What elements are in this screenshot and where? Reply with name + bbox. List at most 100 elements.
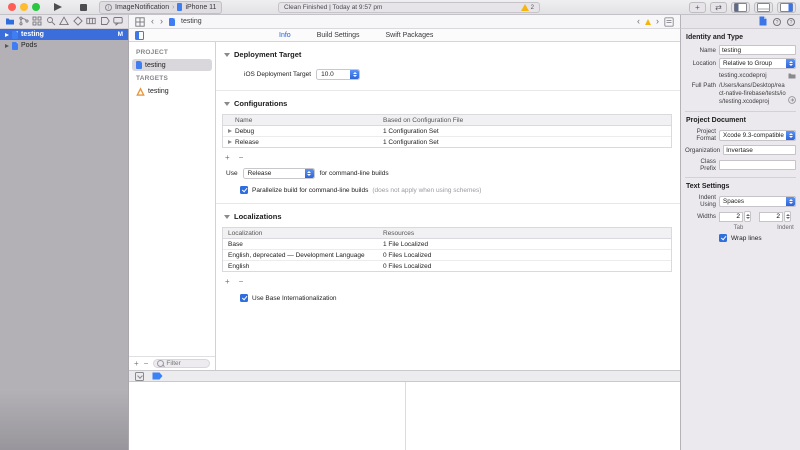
close-window-button[interactable]	[8, 3, 16, 11]
device-phone-icon	[177, 3, 182, 11]
tab-build-settings[interactable]: Build Settings	[317, 32, 360, 39]
disclosure-triangle-icon[interactable]	[228, 129, 232, 133]
code-review-button[interactable]: ⇄	[710, 2, 727, 13]
indent-using-popup[interactable]: Spaces	[719, 196, 796, 207]
add-configuration-button[interactable]: +	[225, 153, 230, 162]
parallelize-checkbox[interactable]	[240, 186, 248, 194]
editor-options-icon[interactable]	[664, 17, 674, 27]
widths-label: Widths	[685, 213, 719, 220]
warning-icon	[521, 4, 529, 11]
minimize-window-button[interactable]	[20, 3, 28, 11]
filter-input[interactable]	[166, 360, 206, 367]
indent-width-field[interactable]	[759, 212, 783, 222]
popup-value: Xcode 9.3-compatible	[723, 132, 784, 139]
library-button[interactable]: +	[689, 2, 706, 13]
source-control-navigator-tab[interactable]	[19, 13, 29, 31]
next-issue-button[interactable]: ›	[656, 17, 659, 26]
class-prefix-field[interactable]	[719, 160, 796, 170]
stop-button[interactable]	[80, 4, 87, 11]
stepper-control[interactable]	[784, 211, 791, 222]
quick-help-inspector-tab[interactable]: ?	[787, 18, 795, 26]
location-popup[interactable]: Relative to Group	[719, 58, 796, 69]
debug-area-toggle-icon[interactable]	[135, 372, 144, 381]
breakpoint-navigator-tab[interactable]	[100, 13, 110, 31]
add-button[interactable]: +	[134, 359, 139, 368]
tab-width-field[interactable]	[719, 212, 743, 222]
inspector-panel-icon	[780, 3, 793, 12]
jumpbar-file-name[interactable]: testing	[181, 18, 202, 25]
disclosure-triangle-icon[interactable]	[5, 33, 9, 37]
reveal-arrow-icon[interactable]	[788, 96, 796, 104]
navigator-item-testing[interactable]: testing M	[0, 29, 128, 40]
sidebar-filter-bar: + −	[129, 356, 215, 370]
diamond-icon	[73, 16, 83, 26]
related-items-icon[interactable]	[135, 17, 145, 27]
command-line-config-popup[interactable]: Release	[243, 168, 315, 179]
run-button[interactable]	[54, 3, 62, 11]
project-item-testing[interactable]: testing	[132, 59, 212, 71]
table-row[interactable]: Release 1 Configuration Set	[223, 137, 671, 147]
organization-field[interactable]	[723, 145, 796, 155]
filter-field[interactable]	[153, 359, 210, 368]
debug-navigator-tab[interactable]	[86, 13, 96, 31]
ios-deployment-target-popup[interactable]: 10.0	[316, 69, 360, 80]
debug-bar	[129, 370, 680, 382]
project-info-content: Deployment Target iOS Deployment Target …	[216, 42, 680, 370]
folder-icon	[5, 16, 15, 26]
test-navigator-tab[interactable]	[73, 13, 83, 31]
project-navigator-tab[interactable]	[5, 13, 15, 31]
toggle-inspector-button[interactable]	[777, 2, 796, 13]
tab-swift-packages[interactable]: Swift Packages	[386, 32, 434, 39]
previous-issue-button[interactable]: ‹	[637, 17, 640, 26]
popup-value: Spaces	[723, 198, 744, 205]
file-inspector-tab[interactable]	[759, 13, 767, 31]
table-header-row: Name Based on Configuration File	[223, 115, 671, 126]
section-disclosure-icon[interactable]	[224, 53, 230, 57]
disclosure-triangle-icon[interactable]	[228, 140, 232, 144]
symbol-navigator-tab[interactable]	[32, 13, 42, 31]
find-navigator-tab[interactable]	[46, 13, 56, 31]
remove-localization-button[interactable]: −	[239, 277, 244, 286]
config-file: 1 Configuration Set	[383, 128, 671, 135]
table-row[interactable]: English, deprecated — Development Langua…	[223, 250, 671, 261]
name-field[interactable]	[719, 45, 796, 55]
disclosure-triangle-icon[interactable]	[5, 44, 9, 48]
localizations-section: Localizations Localization Resources Bas…	[216, 203, 680, 302]
back-button[interactable]: ‹	[151, 17, 154, 26]
remove-button[interactable]: −	[144, 359, 149, 368]
navigator-panel-icon	[734, 3, 747, 12]
wrap-lines-checkbox[interactable]	[719, 234, 727, 242]
popup-arrows-icon	[786, 59, 795, 68]
warning-count-badge[interactable]: 2	[521, 4, 534, 11]
stepper-control[interactable]	[744, 211, 751, 222]
target-item-testing[interactable]: testing	[132, 85, 212, 97]
zoom-window-button[interactable]	[32, 3, 40, 11]
editor-sidebar-toggle-icon[interactable]	[135, 31, 144, 40]
folder-icon[interactable]	[788, 72, 796, 79]
issue-triangle-icon	[59, 16, 69, 26]
section-disclosure-icon[interactable]	[224, 215, 230, 219]
breakpoints-toggle-icon[interactable]	[152, 372, 163, 380]
issue-navigator-tab[interactable]	[59, 13, 69, 31]
project-format-popup[interactable]: Xcode 9.3-compatible	[719, 130, 796, 141]
navigator-item-pods[interactable]: Pods	[0, 40, 128, 51]
indent-caption: Indent	[766, 225, 800, 231]
section-disclosure-icon[interactable]	[224, 102, 230, 106]
variables-view[interactable]	[129, 382, 406, 450]
toggle-debug-button[interactable]	[754, 2, 773, 13]
base-internationalization-checkbox[interactable]	[240, 294, 248, 302]
remove-configuration-button[interactable]: −	[239, 153, 244, 162]
configurations-table: Name Based on Configuration File Debug 1…	[222, 114, 672, 148]
history-inspector-tab[interactable]: ?	[773, 18, 781, 26]
add-localization-button[interactable]: +	[225, 277, 230, 286]
table-row[interactable]: English 0 Files Localized	[223, 261, 671, 271]
tab-info[interactable]: Info	[279, 32, 291, 39]
forward-button[interactable]: ›	[160, 17, 163, 26]
table-row[interactable]: Base 1 File Localized	[223, 239, 671, 250]
report-navigator-tab[interactable]	[113, 13, 123, 31]
console-view[interactable]	[406, 382, 680, 450]
identity-section-title: Identity and Type	[686, 34, 796, 41]
table-row[interactable]: Debug 1 Configuration Set	[223, 126, 671, 137]
navigator-item-label: testing	[21, 31, 44, 38]
toggle-navigator-button[interactable]	[731, 2, 750, 13]
